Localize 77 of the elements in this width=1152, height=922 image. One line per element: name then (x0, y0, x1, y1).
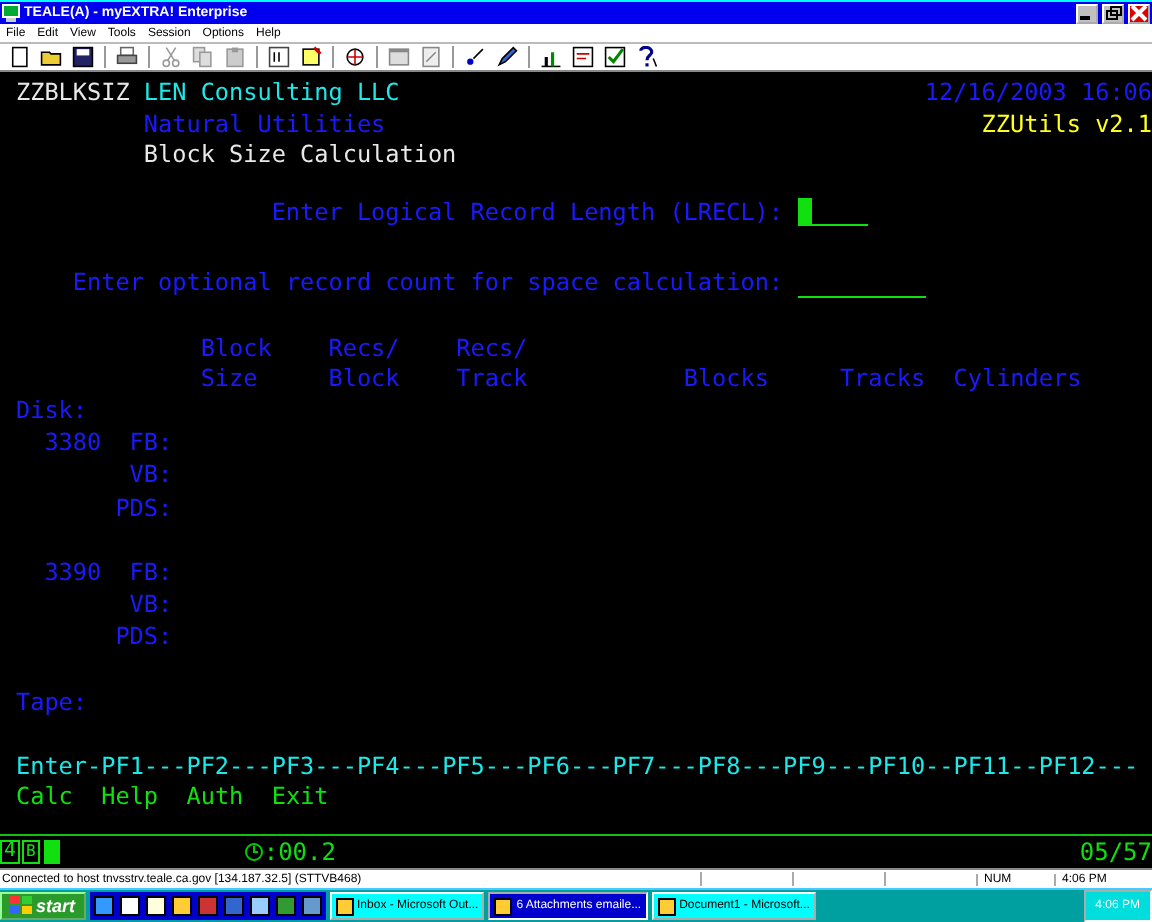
toolbar-button[interactable] (112, 44, 142, 70)
quick-launch-button[interactable] (91, 894, 116, 918)
toolbar-button[interactable] (340, 44, 370, 70)
copy-icon (192, 46, 214, 68)
device-model: 3390 (44, 555, 102, 589)
clipboard-icon (224, 46, 246, 68)
clock-icon (243, 839, 264, 863)
record-format: PDS: (115, 491, 173, 524)
pf-key-label: Help (101, 782, 159, 813)
toolbar-button[interactable] (492, 44, 522, 70)
pointer-icon (464, 46, 486, 68)
column-header: Recs/ (456, 333, 528, 364)
column-header: Tracks (839, 364, 926, 395)
program-id: ZZBLKSIZ (16, 78, 130, 109)
group-label: Disk: (16, 395, 88, 426)
app-icon (335, 897, 354, 915)
app-icon (197, 896, 218, 916)
date-time: 12/16/2003 16:06 (924, 78, 1152, 109)
toolbar-button[interactable] (68, 44, 98, 70)
scissors-icon (160, 46, 182, 68)
quick-launch-button[interactable] (299, 894, 324, 918)
app-icon (145, 896, 166, 916)
record-format: VB: (129, 458, 173, 492)
close-button[interactable] (1128, 3, 1150, 23)
status-block (43, 839, 60, 863)
restore-icon (1104, 4, 1122, 22)
cursor-position: 05/57 (1079, 837, 1152, 865)
group-label: Tape: (16, 688, 88, 719)
screen-title: Block Size Calculation (143, 140, 457, 171)
app-icon (93, 896, 114, 916)
quick-launch-button[interactable] (117, 894, 142, 918)
pf-key-line: Enter-PF1---PF2---PF3---PF4---PF5---PF6---PF7---PF8---PF9---PF10--PF11--PF12--- (16, 751, 1139, 782)
record-format: FB: (129, 426, 173, 459)
column-header: Track (456, 364, 528, 395)
chart-icon (540, 46, 562, 68)
device-model: 3380 (44, 426, 102, 459)
record-format: VB: (129, 588, 173, 621)
screen-number: 4 (0, 839, 21, 863)
pf-key-label: Calc (16, 782, 73, 813)
column-header: Recs/ (328, 333, 400, 364)
prompt-label: Enter optional record count for space calculation: (72, 268, 784, 299)
note-icon (300, 46, 322, 68)
pf-key-label: Exit (271, 782, 329, 813)
restore-button[interactable] (1102, 3, 1124, 23)
toolbar-button[interactable] (264, 44, 294, 70)
column-header: Blocks (683, 364, 769, 395)
app-icon (275, 896, 296, 916)
pf-key-label: Auth (186, 782, 244, 813)
company-name: LEN Consulting LLC (143, 78, 400, 109)
version-label: ZZUtils v2.1 (981, 109, 1152, 140)
toolbar-button[interactable] (296, 44, 326, 70)
app-icon (171, 896, 192, 916)
app-icon (223, 896, 244, 916)
app-icon (119, 896, 140, 916)
column-header: Block (200, 333, 272, 364)
prompt-label: Enter Logical Record Length (LRECL): (271, 197, 784, 228)
input-field[interactable] (797, 198, 869, 227)
response-timer: :00.2 (263, 837, 336, 865)
toolbar-button[interactable] (568, 44, 598, 70)
column-header: Block (328, 364, 400, 395)
quick-launch-button[interactable] (247, 894, 272, 918)
record-format: FB: (129, 555, 173, 589)
toolbar-button[interactable] (600, 44, 630, 70)
column-header: Cylinders (953, 364, 1082, 395)
start-button[interactable]: start (0, 892, 86, 920)
app-icon (249, 896, 270, 916)
app-icon (657, 897, 676, 915)
product-name: Natural Utilities (143, 109, 386, 140)
app-icon (301, 896, 322, 916)
quick-launch-button[interactable] (169, 894, 194, 918)
record-format: PDS: (115, 620, 173, 654)
windows-flag-icon (10, 896, 32, 916)
app-icon (494, 897, 513, 915)
minimize-button[interactable] (1076, 3, 1098, 23)
column-header: Size (200, 364, 260, 395)
quick-launch-button[interactable] (143, 894, 168, 918)
mode-indicator: B (22, 839, 40, 863)
